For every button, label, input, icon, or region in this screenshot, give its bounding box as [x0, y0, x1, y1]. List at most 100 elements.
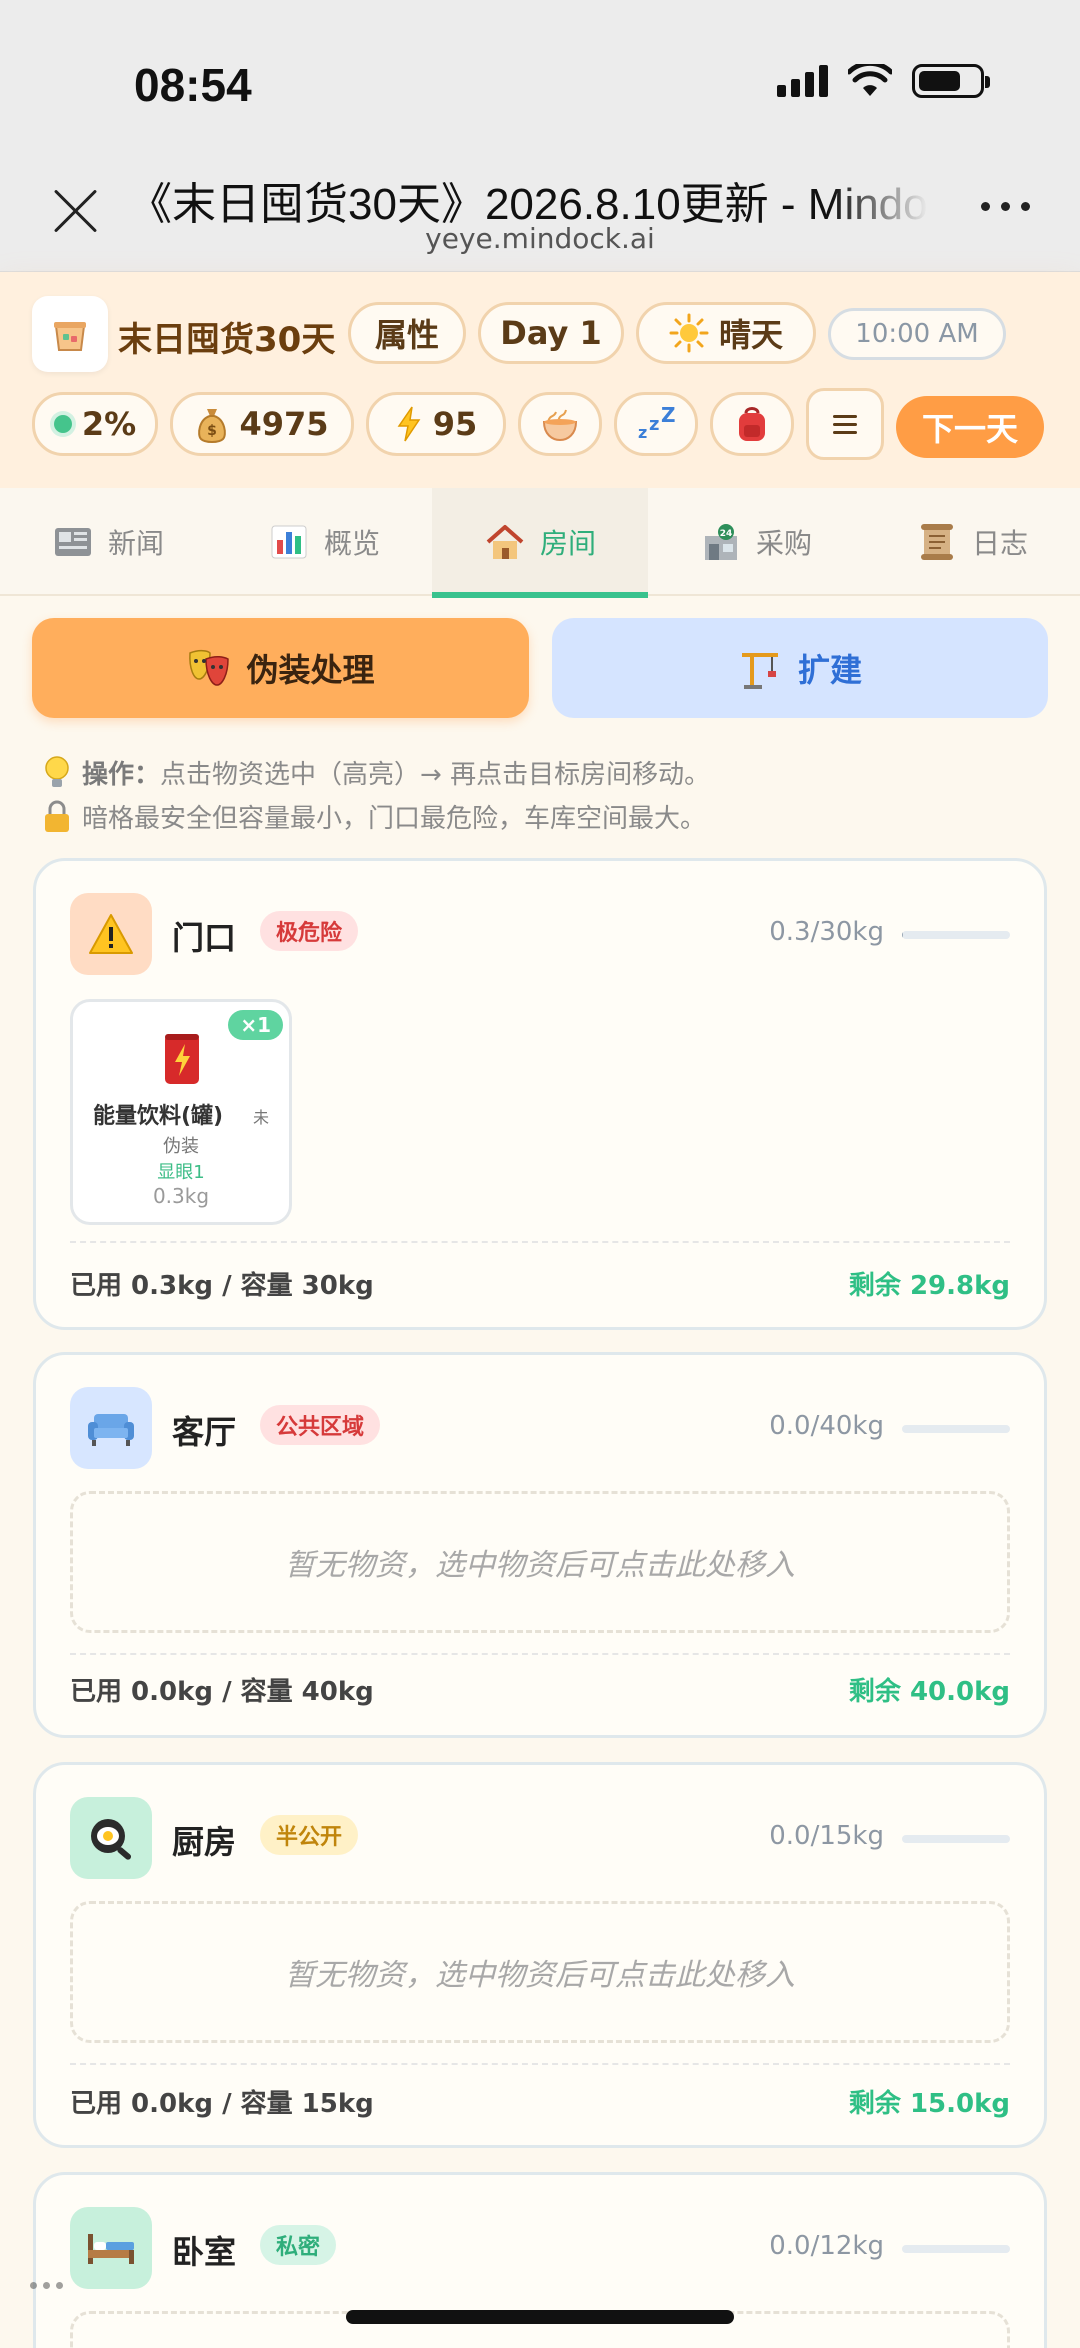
tab-label-overview: 概览 [323, 527, 380, 560]
room-remaining: 剩余 15.0kg [848, 2089, 1010, 2119]
main-tabs: 新闻 概览 房间 24 采购 日志 [0, 488, 1080, 598]
sleep-button[interactable]: z z Z [614, 392, 698, 456]
money-value: 4975 [239, 405, 329, 443]
capacity-bar [902, 1835, 1010, 1843]
item-state: 伪装 [163, 1136, 199, 1157]
room-divider [70, 1241, 1010, 1243]
item-name: 能量饮料(罐) [93, 1104, 224, 1129]
app-name: 末日囤货30天 [118, 320, 336, 360]
empty-drop-zone[interactable]: 暂无物资，选中物资后可点击此处移入 [70, 1491, 1010, 1633]
backpack-icon [739, 407, 765, 441]
day-label: Day 1 [500, 314, 602, 352]
frying-pan-icon [70, 1797, 152, 1879]
more-options-icon[interactable] [981, 202, 1030, 211]
tab-rooms[interactable]: 房间 [432, 488, 648, 598]
tab-log[interactable]: 日志 [864, 488, 1080, 596]
operation-hint: 操作：点击物资选中（高亮）→ 再点击目标房间移动。 [42, 754, 710, 791]
home-indicator [346, 2310, 734, 2324]
sun-icon [669, 313, 709, 353]
room-remaining: 剩余 40.0kg [848, 1677, 1010, 1707]
room-name: 客厅 [172, 1413, 237, 1451]
energy-drink-can-icon [165, 1034, 199, 1084]
sofa-icon [70, 1387, 152, 1469]
weather-indicator: 晴天 [636, 302, 816, 364]
disguise-button[interactable]: 伪装处理 [32, 618, 529, 718]
expand-label: 扩建 [797, 651, 862, 689]
operation-hint-prefix: 操作： [82, 760, 161, 790]
room-capacity: 0.0/15kg [769, 1821, 884, 1851]
room-danger-tag: 公共区域 [260, 1405, 381, 1445]
room-name: 门口 [172, 919, 237, 957]
room-used: 已用 0.3kg / 容量 30kg [70, 1271, 374, 1301]
room-capacity: 0.3/30kg [769, 917, 884, 947]
tab-news[interactable]: 新闻 [0, 488, 216, 596]
svg-text:Z: Z [661, 406, 676, 427]
lightbulb-icon [45, 755, 69, 787]
room-card-kitchen[interactable]: 厨房 半公开 0.0/15kg 暂无物资，选中物资后可点击此处移入 已用 0.0… [33, 1762, 1047, 2148]
room-divider [70, 1653, 1010, 1655]
energy-indicator: 95 [366, 392, 506, 456]
room-remaining: 剩余 29.8kg [848, 1271, 1010, 1301]
cellular-signal-icon [777, 65, 828, 97]
capacity-bar [902, 2245, 1010, 2253]
room-divider [70, 2063, 1010, 2065]
svg-text:z: z [649, 414, 659, 435]
room-danger-tag: 私密 [260, 2225, 337, 2265]
room-capacity: 0.0/40kg [769, 1411, 884, 1441]
status-icons [777, 64, 990, 98]
room-capacity: 0.0/12kg [769, 2231, 884, 2261]
room-used: 已用 0.0kg / 容量 15kg [70, 2089, 374, 2119]
warning-icon [70, 893, 152, 975]
food-button[interactable] [518, 392, 602, 456]
capacity-bar [902, 931, 1010, 939]
day-indicator: Day 1 [478, 302, 624, 364]
crane-icon [741, 653, 778, 689]
room-used: 已用 0.0kg / 容量 40kg [70, 1677, 374, 1707]
tab-label-purchase: 采购 [755, 527, 812, 560]
empty-drop-zone[interactable]: 暂无物资，选中物资后可点击此处移入 [70, 1901, 1010, 2043]
floating-more-icon[interactable] [30, 2260, 100, 2310]
chart-icon [271, 525, 307, 559]
tab-label-news: 新闻 [107, 527, 164, 560]
status-dot-icon [53, 415, 72, 433]
house-icon [486, 525, 524, 559]
svg-text:24: 24 [720, 529, 733, 539]
weather-label: 晴天 [718, 316, 783, 354]
tab-label-rooms: 房间 [539, 527, 596, 560]
capacity-bar [902, 1425, 1010, 1433]
room-card-living-room[interactable]: 客厅 公共区域 0.0/40kg 暂无物资，选中物资后可点击此处移入 已用 0.… [33, 1352, 1047, 1738]
lock-hint-text: 暗格最安全但容量最小，门口最危险，车库空间最大。 [82, 804, 707, 834]
lock-icon [45, 800, 69, 832]
status-bar: 08:54 [0, 0, 1080, 150]
room-name: 厨房 [172, 1823, 237, 1861]
item-visibility: 显眼1 [157, 1162, 205, 1183]
newspaper-icon [54, 528, 91, 556]
theater-masks-icon [189, 649, 230, 686]
browser-header: 《末日囤货30天》2026.8.10更新 - Mindock yeye.mind… [0, 150, 1080, 272]
menu-icon [833, 415, 857, 434]
lightning-icon [397, 406, 421, 442]
item-weight: 0.3kg [152, 1184, 210, 1208]
item-side-label: 未 [252, 1108, 269, 1127]
menu-button[interactable] [806, 388, 884, 460]
energy-value: 95 [432, 405, 478, 443]
game-header: 末日囤货30天 属性 Day 1 晴天 10:00 AM 2% $ 4975 9… [0, 272, 1080, 488]
clock-label: 10:00 AM [855, 319, 979, 349]
store-icon: 24 [704, 524, 737, 560]
wifi-icon [848, 64, 892, 96]
clock-indicator: 10:00 AM [828, 308, 1006, 360]
backpack-button[interactable] [710, 392, 794, 456]
attributes-button[interactable]: 属性 [348, 302, 466, 364]
tab-overview[interactable]: 概览 [216, 488, 432, 596]
disguise-label: 伪装处理 [246, 651, 375, 689]
room-card-entrance[interactable]: 门口 极危险 0.3/30kg ×1 能量饮料(罐) 未 伪装 显眼1 0.3k… [33, 858, 1047, 1330]
tab-purchase[interactable]: 24 采购 [648, 488, 864, 596]
expand-button[interactable]: 扩建 [552, 618, 1048, 718]
item-card[interactable]: ×1 能量饮料(罐) 未 伪装 显眼1 0.3kg [70, 999, 292, 1225]
next-day-button[interactable]: 下一天 [896, 396, 1044, 458]
page-url: yeye.mindock.ai [425, 222, 655, 255]
battery-icon [912, 64, 990, 98]
noodle-bowl-icon [542, 409, 578, 442]
svg-text:$: $ [208, 423, 218, 439]
room-name: 卧室 [172, 2233, 237, 2271]
